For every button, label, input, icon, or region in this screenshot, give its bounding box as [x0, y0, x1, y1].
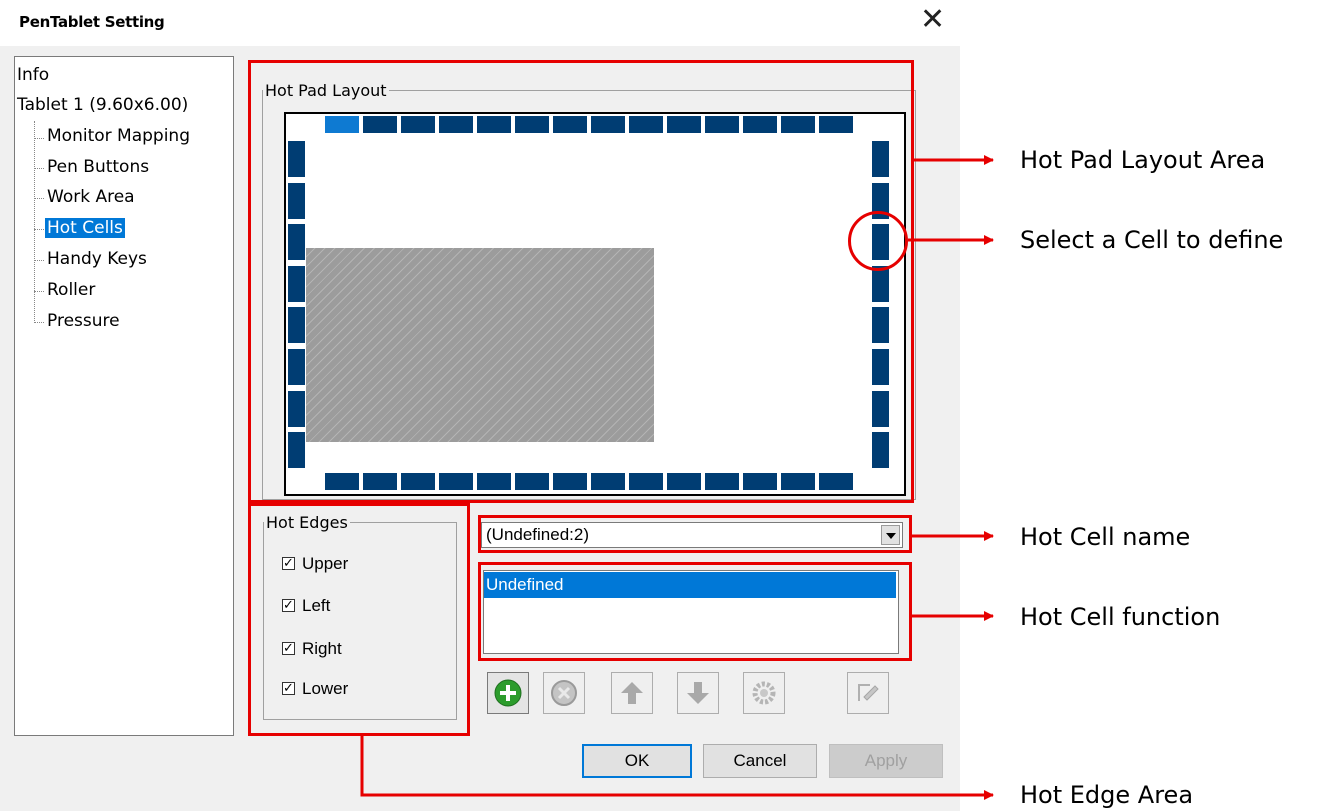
annotation-edge-area: Hot Edge Area [1020, 781, 1194, 809]
annotation-arrows [360, 155, 994, 800]
arrow-edge-area [360, 736, 994, 800]
annotation-select-cell: Select a Cell to define [1020, 226, 1284, 254]
annotation-cell-function: Hot Cell function [1020, 603, 1221, 631]
annotation-cell-name: Hot Cell name [1020, 523, 1191, 551]
annotation-layout-area: Hot Pad Layout Area [1020, 146, 1266, 174]
